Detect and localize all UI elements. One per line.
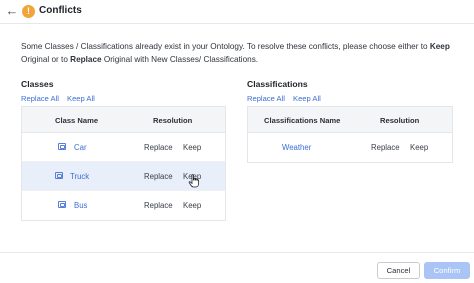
- classifications-keep-all-link[interactable]: Keep All: [293, 94, 321, 103]
- column-header-classification-name: Classifications Name: [264, 116, 341, 125]
- hand-cursor-icon: [188, 174, 199, 188]
- table-row: Truck Replace Keep: [22, 162, 225, 191]
- classifications-table: Classifications Name Resolution Weather …: [247, 106, 453, 163]
- keep-button[interactable]: Keep: [183, 201, 201, 210]
- classes-table: Class Name Resolution Car Replace Keep T…: [21, 106, 226, 221]
- table-row: Weather Replace Keep: [248, 133, 452, 162]
- classifications-replace-all-link[interactable]: Replace All: [247, 94, 285, 103]
- class-name: Bus: [74, 201, 88, 210]
- class-name: Truck: [70, 172, 90, 181]
- table-row: Car Replace Keep: [22, 133, 225, 162]
- replace-button[interactable]: Replace: [144, 172, 173, 181]
- confirm-button[interactable]: Confirm: [424, 262, 470, 279]
- conflict-description: Some Classes / Classifications already e…: [21, 40, 461, 66]
- class-name: Car: [74, 143, 87, 152]
- class-icon: [58, 201, 66, 208]
- column-header-class-name: Class Name: [55, 116, 99, 125]
- classifications-table-header: Classifications Name Resolution: [248, 107, 452, 133]
- classes-bulk-actions: Replace All Keep All: [21, 94, 103, 103]
- description-replace: Replace: [70, 55, 102, 64]
- classes-section-title: Classes: [21, 79, 54, 89]
- keep-button[interactable]: Keep: [183, 143, 201, 152]
- dialog-header: ← ! Conflicts: [0, 0, 474, 24]
- description-text: Original with New Classes/ Classificatio…: [101, 55, 259, 64]
- description-text: Original or to: [21, 55, 71, 64]
- classes-table-header: Class Name Resolution: [22, 107, 225, 133]
- classes-keep-all-link[interactable]: Keep All: [67, 94, 95, 103]
- class-icon: [58, 143, 66, 150]
- classes-replace-all-link[interactable]: Replace All: [21, 94, 59, 103]
- replace-button[interactable]: Replace: [371, 143, 400, 152]
- replace-button[interactable]: Replace: [144, 143, 173, 152]
- column-header-resolution: Resolution: [380, 116, 420, 125]
- description-text: Some Classes / Classifications already e…: [21, 42, 430, 51]
- keep-button[interactable]: Keep: [410, 143, 428, 152]
- table-row: Bus Replace Keep: [22, 191, 225, 220]
- arrow-left-icon[interactable]: ←: [4, 3, 20, 19]
- exclamation-icon: !: [22, 5, 35, 18]
- footer-divider: [0, 252, 474, 253]
- description-keep: Keep: [429, 42, 450, 51]
- dialog-title: Conflicts: [39, 5, 82, 16]
- classifications-section-title: Classifications: [247, 79, 308, 89]
- classifications-bulk-actions: Replace All Keep All: [247, 94, 329, 103]
- class-icon: [55, 172, 63, 179]
- column-header-resolution: Resolution: [153, 116, 193, 125]
- replace-button[interactable]: Replace: [144, 201, 173, 210]
- classification-name: Weather: [282, 143, 312, 152]
- cancel-button[interactable]: Cancel: [377, 262, 420, 279]
